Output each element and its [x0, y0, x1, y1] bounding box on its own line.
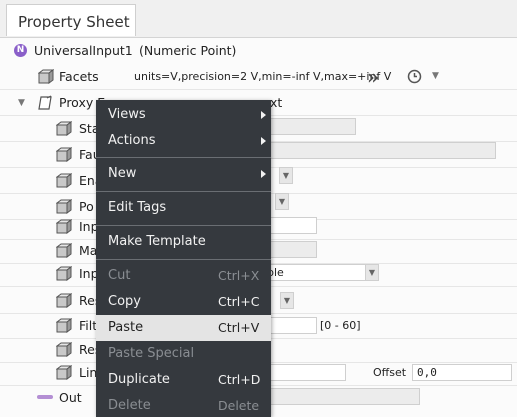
- filter-range: [0 - 60]: [320, 319, 361, 332]
- resolution-dropdown-arrow-icon[interactable]: ▼: [280, 292, 294, 309]
- cube-icon: [56, 243, 72, 258]
- submenu-arrow-icon: [261, 111, 266, 119]
- cube-icon: [56, 147, 72, 162]
- linearization-input[interactable]: [262, 364, 346, 381]
- out-value-field: [262, 388, 420, 405]
- property-label: Filt: [79, 318, 98, 333]
- input-type-dropdown-arrow-icon[interactable]: ▼: [365, 264, 379, 281]
- menu-item-label: Cut: [108, 268, 131, 283]
- double-chevron-right-icon[interactable]: »: [367, 65, 379, 89]
- offset-label: Offset: [373, 366, 407, 379]
- menu-item-paste-special[interactable]: Paste Special: [96, 341, 271, 367]
- menu-item-paste[interactable]: Paste Ctrl+V: [96, 315, 271, 341]
- clock-dropdown-icon[interactable]: ▼: [432, 71, 439, 81]
- cube-icon: [56, 266, 72, 281]
- menu-item-new[interactable]: New: [96, 161, 271, 187]
- menu-item-delete[interactable]: Delete Delete: [96, 393, 271, 417]
- property-label: Lin: [79, 365, 98, 380]
- menu-item-shortcut: Ctrl+C: [218, 294, 260, 309]
- menu-item-shortcut: Ctrl+V: [218, 320, 260, 335]
- fault-cause-field: [262, 142, 496, 159]
- out-label: Out: [59, 390, 82, 405]
- cube-icon: [56, 121, 72, 136]
- status-field: [262, 118, 356, 135]
- offset-input[interactable]: 0,0: [412, 364, 512, 381]
- tab-property-sheet[interactable]: Property Sheet: [6, 4, 136, 36]
- menu-item-duplicate[interactable]: Duplicate Ctrl+D: [96, 367, 271, 393]
- menu-item-label: Copy: [108, 294, 141, 309]
- facets-value[interactable]: units=V,precision=2 V,min=-inf V,max=+in…: [134, 70, 391, 83]
- property-label: Ma: [79, 243, 98, 258]
- component-name: UniversalInput1: [34, 43, 133, 58]
- proxy-ext-label-tail: xt: [270, 95, 283, 110]
- menu-separator: [96, 191, 271, 192]
- property-sheet-window: Property Sheet N UniversalInput1 (Numeri…: [0, 0, 517, 417]
- menu-separator: [96, 157, 271, 158]
- menu-item-make-template[interactable]: Make Template: [96, 229, 271, 255]
- menu-item-views[interactable]: Views: [96, 102, 271, 128]
- menu-item-edit-tags[interactable]: Edit Tags: [96, 195, 271, 221]
- property-label: Po: [79, 199, 94, 214]
- menu-item-shortcut: Ctrl+X: [218, 268, 260, 283]
- proxy-ext-icon: [38, 95, 52, 110]
- cube-icon: [56, 173, 72, 188]
- tab-bar: Property Sheet: [0, 0, 517, 38]
- submenu-arrow-icon: [261, 170, 266, 178]
- menu-item-label: Views: [108, 107, 146, 122]
- cube-icon: [56, 342, 72, 357]
- menu-item-actions[interactable]: Actions: [96, 128, 271, 154]
- facets-label: Facets: [59, 69, 99, 84]
- menu-item-label: Make Template: [108, 234, 206, 249]
- clock-icon[interactable]: [407, 69, 422, 84]
- input-type-select[interactable]: ble: [262, 264, 379, 281]
- submenu-arrow-icon: [261, 137, 266, 145]
- menu-item-label: Actions: [108, 133, 156, 148]
- cube-icon: [56, 219, 72, 234]
- cube-icon: [56, 365, 72, 380]
- menu-item-label: New: [108, 166, 137, 181]
- cube-icon: [38, 69, 54, 84]
- menu-item-label: Delete: [108, 398, 151, 413]
- menu-item-label: Paste Special: [108, 346, 195, 361]
- menu-separator: [96, 225, 271, 226]
- menu-item-cut[interactable]: Cut Ctrl+X: [96, 263, 271, 289]
- menu-item-shortcut: Ctrl+D: [218, 372, 261, 387]
- menu-item-label: Edit Tags: [108, 200, 167, 215]
- numeric-point-icon: N: [14, 44, 27, 57]
- menu-item-label: Paste: [108, 320, 144, 335]
- component-header: N UniversalInput1 (Numeric Point): [0, 38, 517, 64]
- cube-icon: [56, 199, 72, 214]
- cube-icon: [56, 318, 72, 333]
- menu-item-copy[interactable]: Copy Ctrl+C: [96, 289, 271, 315]
- cube-icon: [56, 293, 72, 308]
- menu-item-shortcut: Delete: [218, 398, 260, 413]
- menu-separator: [96, 259, 271, 260]
- collapse-arrow-icon[interactable]: ▼: [18, 98, 25, 108]
- point-dropdown-arrow-icon[interactable]: ▼: [275, 193, 289, 210]
- out-slot-icon: [37, 395, 53, 399]
- enabled-dropdown-arrow-icon[interactable]: ▼: [279, 167, 293, 184]
- context-menu: Views Actions New Edit Tags Make Templat…: [96, 100, 271, 417]
- menu-item-label: Duplicate: [108, 372, 170, 387]
- component-type: (Numeric Point): [139, 43, 237, 58]
- facets-row: Facets units=V,precision=2 V,min=-inf V,…: [0, 64, 517, 90]
